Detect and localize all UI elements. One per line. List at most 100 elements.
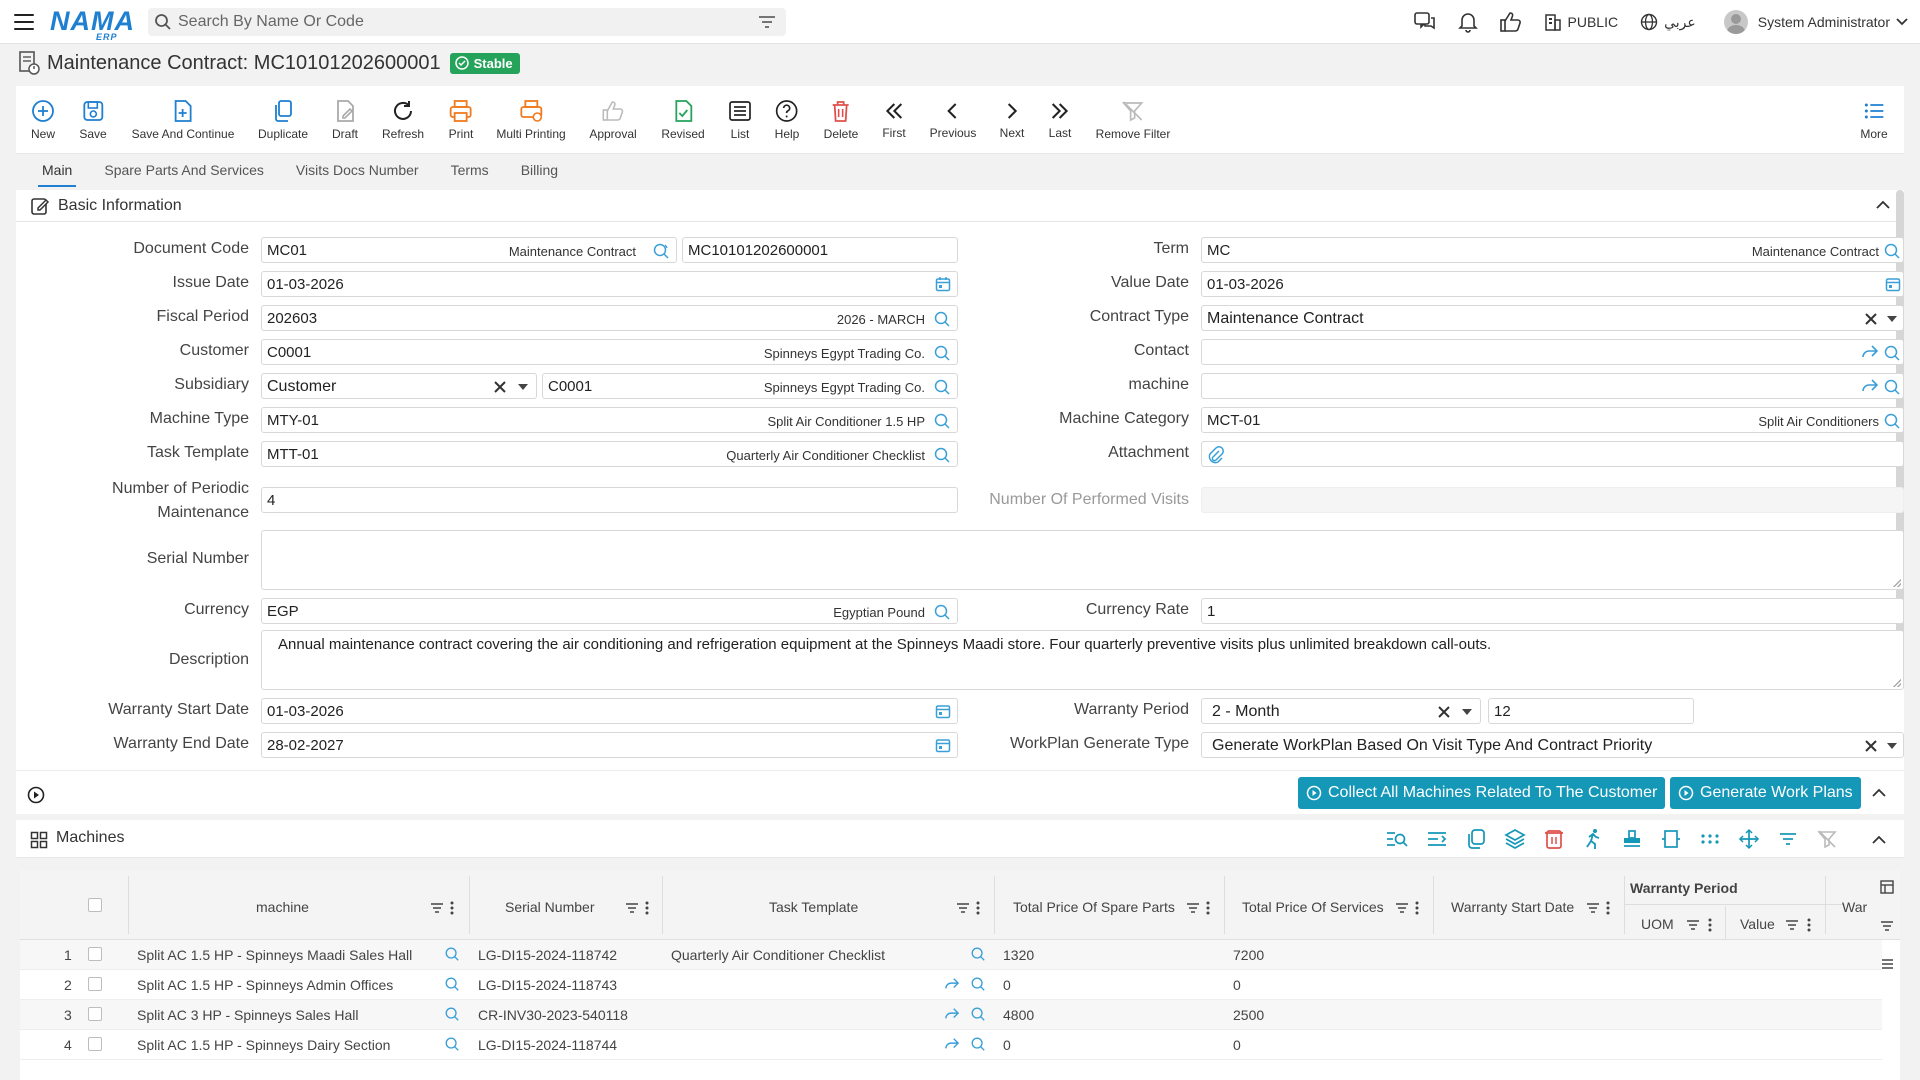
row-checkbox[interactable] [88,977,102,991]
lookup-icon[interactable] [970,1006,986,1022]
column-filter-icon[interactable] [430,902,444,914]
machine-category-field[interactable]: MCT-01 Split Air Conditioners [1201,407,1904,433]
col-warranty-start[interactable]: Warranty Start Date [1451,899,1574,915]
description-textarea[interactable]: Annual maintenance contract covering the… [261,630,1904,690]
column-menu-icon[interactable] [450,901,454,915]
multi-printing-button[interactable]: Multi Printing [496,86,566,154]
tab-billing[interactable]: Billing [521,155,558,185]
cell-services-total[interactable]: 7200 [1233,947,1264,963]
column-menu-icon[interactable] [645,901,649,915]
cell-machine[interactable]: Split AC 1.5 HP - Spinneys Dairy Section [137,1037,390,1053]
generate-work-plans-button[interactable]: Generate Work Plans [1670,777,1861,809]
cell-serial-number[interactable]: CR-INV30-2023-540118 [478,1007,628,1023]
copy-row-icon[interactable] [1465,828,1487,850]
user-menu[interactable]: System Administrator [1723,10,1908,34]
column-filter-icon[interactable] [956,902,970,914]
layers-icon[interactable] [1504,828,1526,850]
cell-task-template[interactable]: Quarterly Air Conditioner Checklist [671,947,885,963]
column-menu-icon[interactable] [976,901,980,915]
caret-down-icon[interactable] [1462,709,1472,715]
columns-panel-icon[interactable] [1880,880,1894,894]
lookup-icon[interactable] [1883,378,1901,396]
lookup-icon[interactable] [1883,344,1901,362]
dots-grid-icon[interactable] [1699,828,1721,850]
revised-button[interactable]: Revised [661,86,705,154]
column-filter-icon[interactable] [1186,902,1200,914]
cell-services-total[interactable]: 0 [1233,1037,1241,1053]
table-row[interactable]: 3 Split AC 3 HP - Spinneys Sales Hall CR… [20,1000,1882,1030]
filter-lines-icon[interactable] [758,15,776,29]
running-person-icon[interactable] [1582,828,1604,850]
serial-number-textarea[interactable] [261,530,1904,590]
next-button[interactable]: Next [1000,86,1024,154]
col-services-total[interactable]: Total Price Of Services [1242,899,1384,915]
help-button[interactable]: Help [775,86,799,154]
column-menu-icon[interactable] [1606,901,1610,915]
list-button[interactable]: List [728,86,752,154]
tab-visits-docs[interactable]: Visits Docs Number [296,155,419,185]
resize-handle[interactable] [1893,579,1901,587]
value-date-field[interactable]: 01-03-2026 [1201,271,1904,297]
cell-services-total[interactable]: 0 [1233,977,1241,993]
clear-icon[interactable] [1865,740,1877,752]
cell-spare-parts-total[interactable]: 1320 [1003,947,1034,963]
menu-icon[interactable] [14,13,34,30]
collect-machines-button[interactable]: Collect All Machines Related To The Cust… [1298,777,1666,809]
lookup-icon[interactable] [444,946,460,962]
new-button[interactable]: New [31,86,55,154]
cell-spare-parts-total[interactable]: 4800 [1003,1007,1034,1023]
column-width-icon[interactable] [1660,828,1682,850]
cell-spare-parts-total[interactable]: 0 [1003,977,1011,993]
column-menu-icon[interactable] [1807,918,1811,932]
calendar-icon[interactable] [1885,276,1901,292]
lookup-icon[interactable] [444,976,460,992]
more-button[interactable]: More [1860,86,1888,154]
row-checkbox[interactable] [88,947,102,961]
refresh-button[interactable]: Refresh [382,86,424,154]
caret-down-icon[interactable] [1887,316,1897,322]
cell-machine[interactable]: Split AC 1.5 HP - Spinneys Maadi Sales H… [137,947,412,963]
last-button[interactable]: Last [1049,86,1071,154]
lookup-icon[interactable] [1883,412,1901,430]
chevron-up-icon[interactable] [1872,835,1886,844]
save-continue-button[interactable]: Save And Continue [132,86,234,154]
row-checkbox[interactable] [88,1037,102,1051]
share-arrow-icon[interactable] [944,1037,960,1051]
lookup-icon[interactable] [970,976,986,992]
thumbs-up-icon[interactable] [1499,12,1522,32]
duplicate-button[interactable]: Duplicate [258,86,308,154]
table-row[interactable]: 4 Split AC 1.5 HP - Spinneys Dairy Secti… [20,1030,1882,1060]
paperclip-icon[interactable] [1208,446,1224,464]
clear-icon[interactable] [1865,313,1877,325]
cell-serial-number[interactable]: LG-DI15-2024-118743 [478,977,617,993]
table-row[interactable]: 2 Split AC 1.5 HP - Spinneys Admin Offic… [20,970,1882,1000]
lookup-icon[interactable] [444,1006,460,1022]
bell-icon[interactable] [1457,11,1478,33]
col-serial-number[interactable]: Serial Number [505,899,594,915]
chevron-up-icon[interactable] [1872,788,1886,797]
machine-field[interactable] [1201,373,1904,399]
save-button[interactable]: Save [79,86,107,154]
col-value[interactable]: Value [1740,916,1775,932]
col-spare-parts-total[interactable]: Total Price Of Spare Parts [1013,899,1175,915]
column-menu-icon[interactable] [1206,901,1210,915]
col-task-template[interactable]: Task Template [769,899,858,915]
cell-machine[interactable]: Split AC 3 HP - Spinneys Sales Hall [137,1007,359,1023]
row-checkbox[interactable] [88,1007,102,1021]
caret-down-icon[interactable] [1887,743,1897,749]
warranty-period-value-field[interactable]: 12 [1488,698,1694,724]
first-button[interactable]: First [882,86,906,154]
stamp-icon[interactable] [1621,828,1643,850]
currency-rate-field[interactable]: 1 [1201,598,1904,624]
contact-field[interactable] [1201,339,1904,365]
term-field[interactable]: MC Maintenance Contract [1201,237,1904,263]
filter-off-icon[interactable] [1816,828,1838,850]
select-all-checkbox[interactable] [88,898,102,912]
chevron-up-icon[interactable] [1876,200,1890,209]
basic-information-header[interactable]: Basic Information [16,190,1904,222]
clear-icon[interactable] [1438,706,1450,718]
lookup-icon[interactable] [1883,242,1901,260]
cell-serial-number[interactable]: LG-DI15-2024-118744 [478,1037,617,1053]
resize-handle[interactable] [1893,679,1901,687]
share-arrow-icon[interactable] [944,1007,960,1021]
